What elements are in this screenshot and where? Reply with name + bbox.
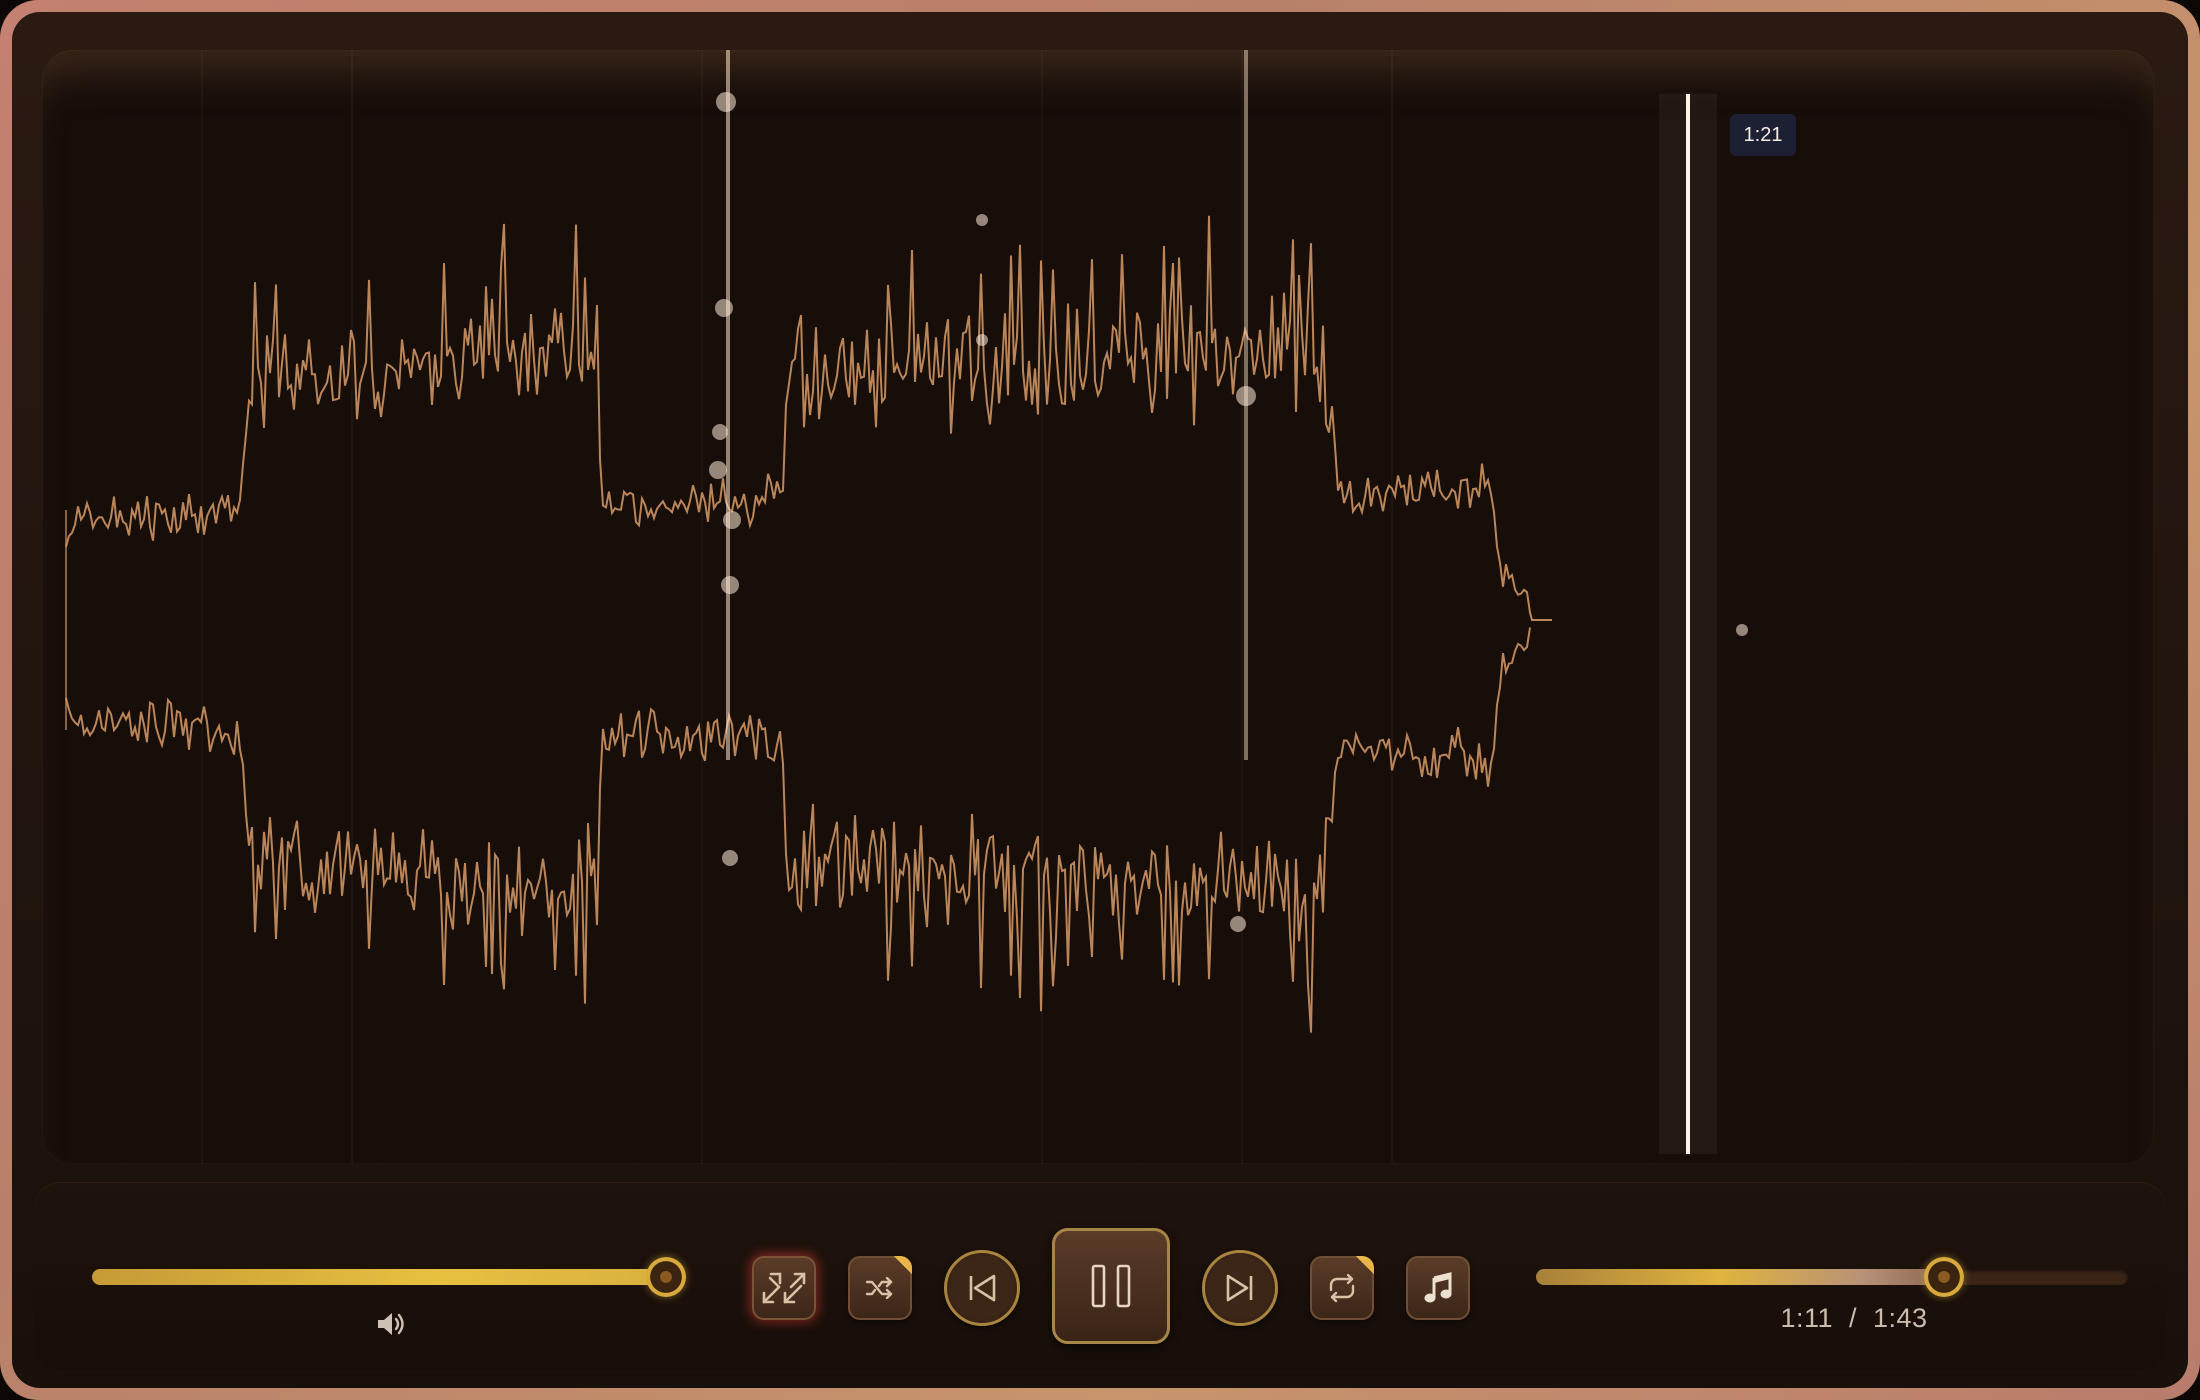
waveform-panel[interactable]: 1:21: [42, 50, 2154, 1164]
playlist-button[interactable]: [1406, 1256, 1470, 1320]
progress-slider[interactable]: [1536, 1257, 2128, 1297]
glow-particle: [712, 424, 728, 440]
previous-button[interactable]: [944, 1250, 1020, 1326]
glow-particle: [976, 214, 988, 226]
fullscreen-button[interactable]: [752, 1256, 816, 1320]
play-pause-button[interactable]: [1052, 1228, 1170, 1344]
time-display: 1:11 / 1:43: [1780, 1303, 1928, 1333]
shuffle-button[interactable]: [848, 1256, 912, 1320]
playhead[interactable]: [1686, 94, 1690, 1154]
progress-slider-fill: [1536, 1269, 1945, 1285]
glow-particle: [715, 299, 733, 317]
glow-particle: [722, 850, 738, 866]
skip-back-icon: [965, 1273, 999, 1303]
speaker-icon[interactable]: [374, 1310, 408, 1338]
music-note-icon: [1423, 1272, 1453, 1304]
repeat-icon: [1325, 1273, 1359, 1303]
repeat-button[interactable]: [1310, 1256, 1374, 1320]
waveform-display[interactable]: [42, 50, 2154, 1164]
hover-time-tooltip: 1:21: [1730, 114, 1796, 156]
waveform-gridlines: [202, 50, 1392, 1164]
shuffle-icon: [865, 1277, 895, 1299]
volume-slider[interactable]: [92, 1257, 687, 1297]
glow-particle: [976, 334, 988, 346]
glow-particle: [1736, 624, 1748, 636]
waveform-upper-channel: [65, 215, 1552, 621]
glow-particle: [1236, 386, 1256, 406]
glow-particle: [1230, 916, 1246, 932]
player-body: 1:21 1:11 / 1:43: [12, 12, 2188, 1388]
light-beam: [726, 50, 730, 760]
progress-slider-knob[interactable]: [1924, 1257, 1965, 1297]
volume-slider-knob[interactable]: [646, 1257, 687, 1297]
glow-particle: [716, 92, 736, 112]
glow-particle: [709, 461, 727, 479]
control-bar: 1:11 / 1:43: [34, 1182, 2166, 1370]
next-button[interactable]: [1202, 1250, 1278, 1326]
player-window: 1:21 1:11 / 1:43: [0, 0, 2200, 1400]
volume-slider-fill: [92, 1269, 667, 1285]
skip-forward-icon: [1223, 1273, 1257, 1303]
pause-icon: [1088, 1263, 1134, 1309]
expand-arrows-icon: [761, 1271, 807, 1305]
glow-particle: [723, 511, 741, 529]
glow-particle: [721, 576, 739, 594]
waveform-lower-channel: [65, 627, 1531, 1033]
